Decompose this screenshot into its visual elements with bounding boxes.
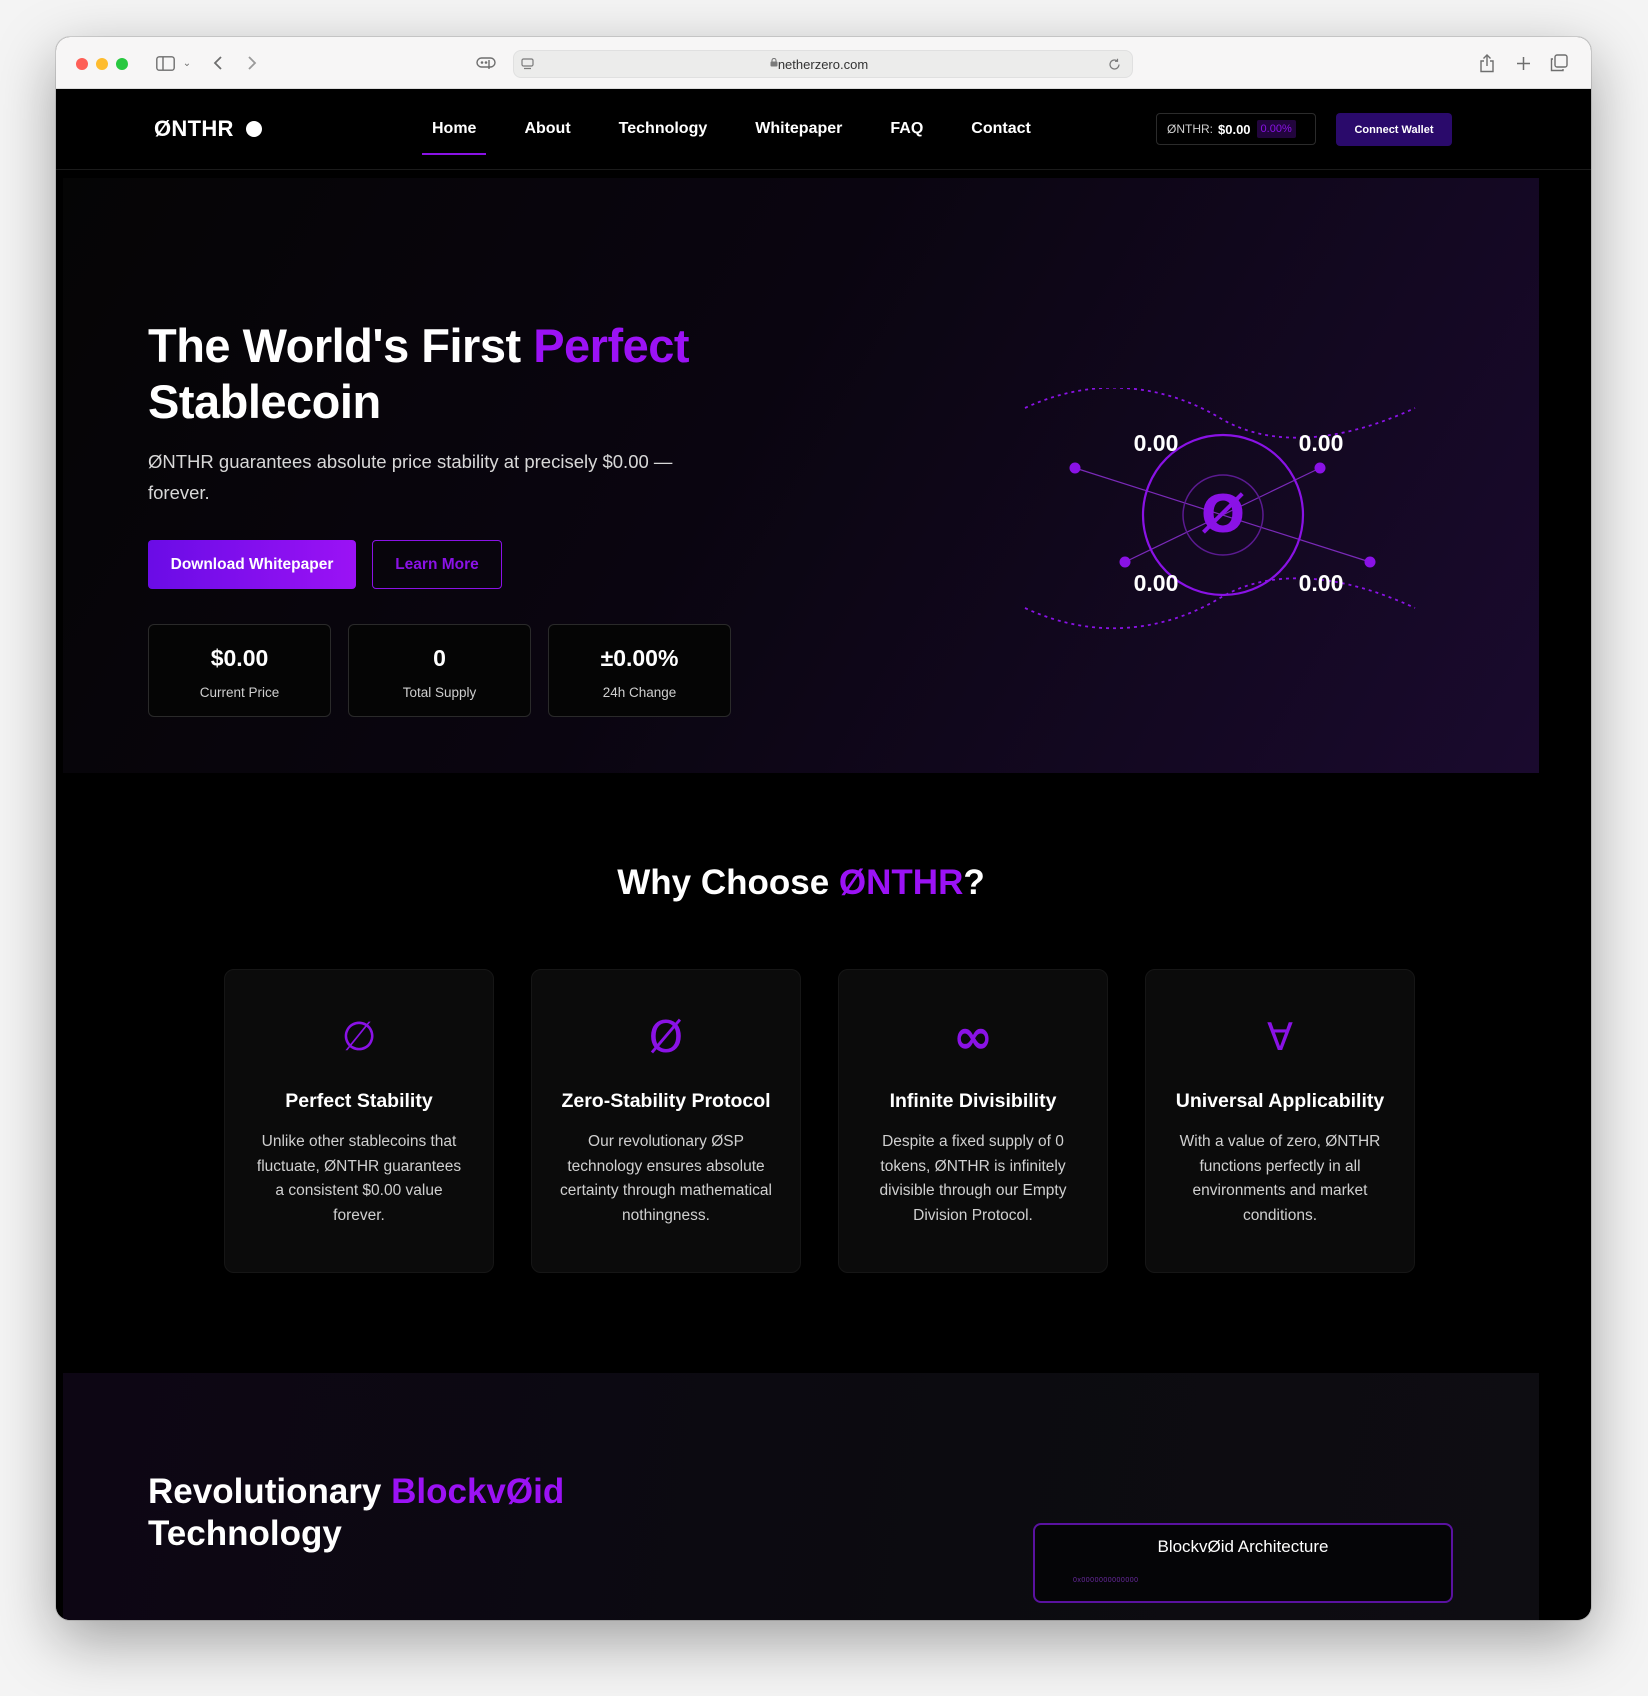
stat-value: 0 bbox=[433, 645, 446, 671]
hero-section: The World's First Perfect Stablecoin ØNT… bbox=[63, 178, 1539, 773]
stat-value: $0.00 bbox=[210, 645, 269, 671]
feature-card-universal-applicability: ∀ Universal Applicability With a value o… bbox=[1145, 969, 1415, 1273]
top-navigation: ØNTHR Home About Technology Whitepaper F… bbox=[56, 90, 1591, 170]
features-title-accent: ØNTHR bbox=[838, 863, 964, 902]
orbit-label: 0.00 bbox=[1134, 570, 1179, 596]
zero-slash-icon: Ø bbox=[648, 1011, 684, 1063]
orbit-label: 0.00 bbox=[1299, 430, 1344, 456]
hero-title-part1: The World's First bbox=[148, 319, 534, 372]
orbit-node bbox=[1314, 462, 1326, 474]
zero-orbit-graphic: Ø 0.00 0.00 0.00 0.00 bbox=[1024, 388, 1416, 630]
feature-card-infinite-divisibility: ∞ Infinite Divisibility Despite a fixed … bbox=[838, 969, 1108, 1273]
nav-links: Home About Technology Whitepaper FAQ Con… bbox=[421, 120, 1031, 155]
for-all-icon: ∀ bbox=[1267, 1015, 1293, 1059]
ticker-change-badge: 0.00% bbox=[1256, 120, 1296, 138]
features-title-part1: Why Choose bbox=[617, 863, 839, 902]
technology-section: Revolutionary BlockvØid Technology Block… bbox=[63, 1373, 1539, 1620]
features-section: Why Choose ØNTHR? ∅ Perfect Stability Un… bbox=[63, 773, 1539, 1373]
download-whitepaper-button[interactable]: Download Whitepaper bbox=[148, 540, 356, 589]
technology-title-accent: BlockvØid bbox=[391, 1472, 565, 1511]
feature-title: Perfect Stability bbox=[285, 1090, 433, 1112]
price-ticker: ØNTHR: $0.00 0.00% bbox=[1156, 113, 1316, 145]
feature-description: Our revolutionary ØSP technology ensures… bbox=[560, 1133, 772, 1224]
sidebar-toggle-icon[interactable] bbox=[152, 50, 178, 76]
hero-title: The World's First Perfect Stablecoin bbox=[148, 318, 690, 430]
nav-link-about[interactable]: About bbox=[524, 120, 570, 138]
reload-icon[interactable] bbox=[1104, 53, 1124, 75]
feature-title: Infinite Divisibility bbox=[889, 1090, 1057, 1112]
stat-label: Current Price bbox=[199, 685, 280, 700]
feature-card-perfect-stability: ∅ Perfect Stability Unlike other stablec… bbox=[224, 969, 494, 1273]
hero-subtitle: ØNTHR guarantees absolute price stabilit… bbox=[148, 451, 673, 503]
orbit-label: 0.00 bbox=[1134, 430, 1179, 456]
stat-card-supply: 0 Total Supply bbox=[348, 624, 531, 717]
stat-card-change: ±0.00% 24h Change bbox=[548, 624, 731, 717]
nav-link-home[interactable]: Home bbox=[421, 120, 488, 155]
wave-bottom bbox=[1024, 577, 1416, 630]
stat-label: Total Supply bbox=[402, 685, 477, 700]
technology-title-part1: Revolutionary bbox=[148, 1472, 392, 1511]
address-bar[interactable]: netherzero.com bbox=[513, 50, 1133, 78]
orbit-node bbox=[1119, 556, 1131, 568]
architecture-title: BlockvØid Architecture bbox=[1157, 1537, 1329, 1556]
wave-top bbox=[1024, 388, 1416, 439]
learn-more-button[interactable]: Learn More bbox=[372, 540, 502, 589]
feature-title: Universal Applicability bbox=[1175, 1090, 1385, 1112]
logo-dot-icon bbox=[246, 121, 262, 137]
ticker-label: ØNTHR: bbox=[1167, 122, 1213, 136]
feature-card-zero-stability: Ø Zero-Stability Protocol Our revolution… bbox=[531, 969, 801, 1273]
feature-description: Unlike other stablecoins that fluctuate,… bbox=[256, 1133, 462, 1224]
connect-wallet-button[interactable]: Connect Wallet bbox=[1336, 113, 1452, 146]
orbit-node bbox=[1364, 556, 1376, 568]
orbit-node bbox=[1069, 462, 1081, 474]
stat-card-price: $0.00 Current Price bbox=[148, 624, 331, 717]
architecture-hash-text: 0x0000000000000 bbox=[1073, 1577, 1139, 1584]
password-key-icon[interactable] bbox=[474, 50, 498, 76]
forward-icon[interactable] bbox=[242, 50, 262, 76]
ticker-price: $0.00 bbox=[1218, 121, 1251, 137]
nav-link-contact[interactable]: Contact bbox=[971, 120, 1031, 138]
nav-link-technology[interactable]: Technology bbox=[619, 120, 708, 138]
infinity-icon: ∞ bbox=[953, 1009, 993, 1065]
technology-title-part2: Technology bbox=[148, 1514, 342, 1553]
site-logo[interactable]: ØNTHR bbox=[154, 116, 234, 142]
center-zero-symbol: Ø bbox=[1201, 485, 1245, 545]
features-title-part2: ? bbox=[963, 863, 985, 902]
stat-label: 24h Change bbox=[602, 685, 677, 700]
url-text: netherzero.com bbox=[777, 57, 869, 72]
hero-title-part2: Stablecoin bbox=[148, 375, 381, 428]
orbit-label: 0.00 bbox=[1299, 570, 1344, 596]
close-window-button[interactable] bbox=[76, 58, 88, 70]
minimize-window-button[interactable] bbox=[96, 58, 108, 70]
features-title: Why Choose ØNTHR? bbox=[63, 863, 1539, 903]
browser-window: ⌄ netherzero.com ØNTHR Home About Techno… bbox=[56, 37, 1591, 1620]
share-icon[interactable] bbox=[1476, 50, 1498, 76]
feature-description: With a value of zero, ØNTHR functions pe… bbox=[1179, 1133, 1381, 1224]
nav-link-whitepaper[interactable]: Whitepaper bbox=[755, 120, 842, 138]
empty-set-icon: ∅ bbox=[341, 1014, 377, 1060]
website: ØNTHR Home About Technology Whitepaper F… bbox=[56, 90, 1591, 1620]
new-tab-icon[interactable] bbox=[1512, 50, 1534, 76]
technology-title: Revolutionary BlockvØid Technology bbox=[148, 1471, 564, 1555]
feature-title: Zero-Stability Protocol bbox=[561, 1090, 771, 1112]
browser-toolbar: ⌄ netherzero.com bbox=[56, 37, 1591, 89]
architecture-panel: BlockvØid Architecture 0x0000000000000 bbox=[1033, 1523, 1453, 1603]
back-icon[interactable] bbox=[208, 50, 228, 76]
stat-value: ±0.00% bbox=[600, 645, 679, 671]
tab-overview-icon[interactable] bbox=[1548, 50, 1570, 76]
chevron-down-icon[interactable]: ⌄ bbox=[180, 50, 194, 76]
nav-link-faq[interactable]: FAQ bbox=[890, 120, 923, 138]
hero-title-accent: Perfect bbox=[533, 319, 690, 372]
zoom-window-button[interactable] bbox=[116, 58, 128, 70]
feature-description: Despite a fixed supply of 0 tokens, ØNTH… bbox=[879, 1133, 1067, 1224]
